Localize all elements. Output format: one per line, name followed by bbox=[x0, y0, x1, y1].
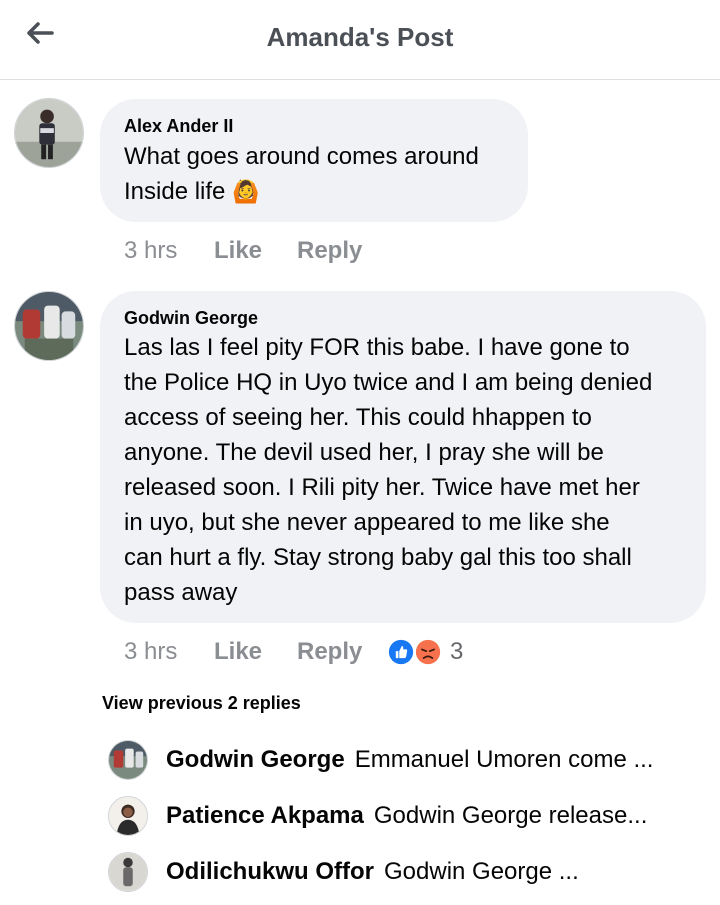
avatar[interactable] bbox=[14, 291, 84, 361]
view-previous-replies-link[interactable]: View previous 2 replies bbox=[102, 693, 301, 714]
comment-text-line: Inside life 🙆 bbox=[124, 178, 260, 205]
comment-text-line: pass away bbox=[124, 579, 238, 606]
reply-preview-row[interactable]: Odilichukwu Offor Godwin George ... bbox=[108, 852, 708, 896]
reply-snippet: Godwin George release... bbox=[373, 802, 648, 829]
comment-text-line: Las las I feel pity FOR this babe. I hav… bbox=[124, 334, 630, 361]
page-title: Amanda's Post bbox=[266, 22, 454, 52]
reply-author: Patience Akpama bbox=[166, 802, 364, 829]
comment-time: 3 hrs bbox=[124, 638, 178, 665]
reply-author: Godwin George bbox=[166, 746, 345, 773]
reply-snippet: Godwin George ... bbox=[384, 858, 579, 885]
avatar[interactable] bbox=[14, 98, 84, 168]
reply-preview-row[interactable]: Godwin George Emmanuel Umoren come ... bbox=[108, 740, 708, 784]
like-button[interactable]: Like bbox=[214, 237, 262, 265]
reply-snippet: Emmanuel Umoren come ... bbox=[354, 746, 654, 773]
comment-text-line: the Police HQ in Uyo twice and I am bein… bbox=[124, 369, 653, 396]
avatar bbox=[108, 796, 148, 836]
reply-button[interactable]: Reply bbox=[297, 237, 362, 265]
avatar bbox=[108, 852, 148, 892]
comment-text-line: What goes around comes around bbox=[124, 143, 479, 170]
avatar bbox=[108, 740, 148, 780]
person-gesturing-ok-emoji: 🙆 bbox=[232, 179, 260, 204]
reply-button[interactable]: Reply bbox=[297, 638, 362, 666]
comment-text-line: anyone. The devil used her, I pray she w… bbox=[124, 439, 604, 466]
comment-author[interactable]: Godwin George bbox=[124, 308, 258, 329]
comment-text-line: access of seeing her. This could hhappen… bbox=[124, 404, 592, 431]
reaction-count[interactable]: 3 bbox=[450, 638, 463, 666]
comment-text-line: released soon. I Rili pity her. Twice ha… bbox=[124, 474, 640, 501]
comment-text-line: can hurt a fly. Stay strong baby gal thi… bbox=[124, 544, 632, 571]
top-bar: Amanda's Post bbox=[0, 0, 720, 80]
reply-preview-text: Odilichukwu Offor Godwin George ... bbox=[166, 858, 696, 886]
avatar-image bbox=[15, 292, 83, 360]
angry-reaction-icon[interactable] bbox=[413, 637, 443, 667]
like-reaction-icon[interactable] bbox=[386, 637, 416, 667]
reply-preview-text: Godwin George Emmanuel Umoren come ... bbox=[166, 746, 696, 774]
reply-preview-row[interactable]: Patience Akpama Godwin George release... bbox=[108, 796, 708, 840]
reply-author: Odilichukwu Offor bbox=[166, 858, 374, 885]
like-button[interactable]: Like bbox=[214, 638, 262, 666]
comment-text-line: in uyo, but she never appeared to me lik… bbox=[124, 509, 610, 536]
avatar-image bbox=[15, 99, 83, 167]
comment-time: 3 hrs bbox=[124, 237, 178, 264]
reply-preview-text: Patience Akpama Godwin George release... bbox=[166, 802, 696, 830]
comment-author[interactable]: Alex Ander II bbox=[124, 116, 233, 137]
